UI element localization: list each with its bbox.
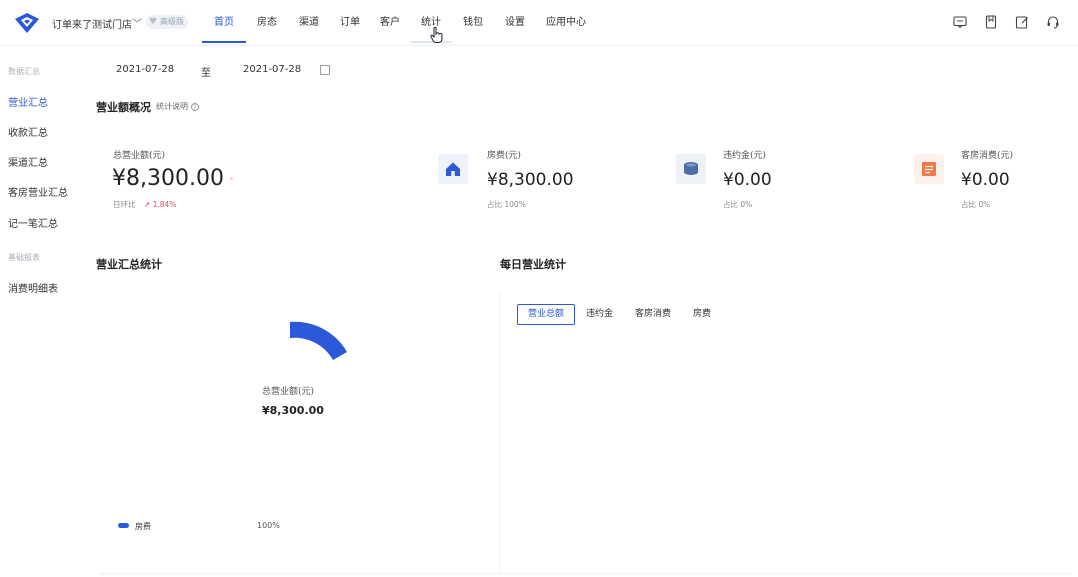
sidebar-group-basic-reports: 基础报表 — [8, 253, 40, 262]
main-nav: 首页 房态 渠道 订单 客户 统计 钱包 设置 应用中心 — [200, 0, 596, 46]
start-date-input[interactable]: 2021-07-28 — [116, 64, 174, 75]
nav-home[interactable]: 首页 — [202, 0, 246, 46]
room-consumption-ratio: 占比 0% — [961, 200, 991, 209]
date-separator: 至 — [201, 68, 211, 79]
legend-label-room-fee: 房费 — [135, 522, 151, 531]
sidebar-item-payment-summary[interactable]: 收款汇总 — [8, 124, 48, 139]
chevron-down-icon[interactable]: ﹀ — [132, 15, 142, 30]
nav-wallet[interactable]: 钱包 — [452, 0, 494, 46]
nav-app-center[interactable]: 应用中心 — [536, 0, 596, 46]
room-fee-value: ¥8,300.00 — [487, 170, 574, 190]
donut-center-value: ¥8,300.00 — [262, 404, 324, 417]
nav-customers[interactable]: 客户 — [370, 0, 410, 46]
house-icon — [438, 154, 468, 184]
summary-donut-chart — [290, 321, 347, 360]
nav-orders[interactable]: 订单 — [330, 0, 370, 46]
daily-chart-tabs: 营业总额 违约金 客房消费 房费 — [517, 304, 722, 325]
sidebar-group-summary: 数据汇总 — [8, 67, 40, 76]
trend-dash: - — [230, 174, 234, 184]
penalty-label: 违约金(元) — [723, 151, 767, 161]
calendar-icon[interactable] — [320, 65, 330, 75]
daily-chart-title: 每日营业统计 — [500, 258, 566, 271]
total-revenue-compare: 日环比 ↗ 1.84% — [113, 200, 177, 209]
nav-settings[interactable]: 设置 — [494, 0, 536, 46]
nav-room-status[interactable]: 房态 — [246, 0, 288, 46]
top-bar: 订单来了测试门店 ﹀ ♥ 高级版 首页 房态 渠道 订单 客户 统计 钱包 设置… — [0, 0, 1078, 46]
tab-room-fee[interactable]: 房费 — [682, 304, 722, 325]
sidebar-item-business-summary[interactable]: 营业汇总 — [8, 94, 48, 109]
receipt-icon — [914, 154, 944, 184]
bottom-divider — [100, 573, 1070, 574]
question-icon[interactable]: ? — [191, 103, 199, 111]
end-date-input[interactable]: 2021-07-28 — [243, 64, 301, 75]
sidebar-item-consumption-detail[interactable]: 消费明细表 — [8, 280, 58, 295]
legend-marker-room-fee — [118, 523, 129, 528]
room-fee-ratio: 占比 100% — [487, 200, 526, 209]
message-icon[interactable] — [953, 15, 967, 29]
top-icons — [936, 15, 1060, 29]
sidebar: 数据汇总 营业汇总 收款汇总 渠道汇总 客房营业汇总 记一笔汇总 基础报表 消费… — [0, 46, 82, 577]
total-revenue-label: 总营业额(元) — [113, 151, 166, 161]
penalty-value: ¥0.00 — [723, 170, 772, 190]
sidebar-item-channel-summary[interactable]: 渠道汇总 — [8, 154, 48, 169]
room-consumption-value: ¥0.00 — [961, 170, 1010, 190]
legend-percent-room-fee: 100% — [257, 521, 280, 530]
overview-title: 营业额概况 — [96, 101, 151, 114]
chart-divider — [499, 292, 500, 572]
badge-label: 高级版 — [160, 17, 184, 26]
total-revenue-value: ¥8,300.00 — [112, 166, 224, 191]
room-consumption-label: 客房消费(元) — [961, 151, 1014, 161]
logo-icon[interactable] — [14, 12, 40, 34]
donut-center-label: 总营业额(元) — [262, 387, 315, 397]
sidebar-item-notes-summary[interactable]: 记一笔汇总 — [8, 215, 58, 230]
overview-note[interactable]: 统计说明? — [156, 101, 199, 112]
coins-icon — [676, 154, 706, 184]
edit-icon[interactable] — [1015, 15, 1029, 29]
donut-segment-room-fee — [290, 321, 347, 360]
penalty-ratio: 占比 0% — [723, 200, 753, 209]
version-badge: ♥ 高级版 — [146, 15, 188, 29]
sidebar-item-room-business-summary[interactable]: 客房营业汇总 — [8, 184, 68, 199]
heart-icon: ♥ — [149, 17, 158, 27]
nav-channel[interactable]: 渠道 — [288, 0, 330, 46]
bookmark-icon[interactable] — [984, 15, 998, 29]
store-name[interactable]: 订单来了测试门店 — [52, 16, 132, 31]
headset-icon[interactable] — [1046, 15, 1060, 29]
tab-room-consumption[interactable]: 客房消费 — [624, 304, 682, 325]
summary-chart-title: 营业汇总统计 — [96, 258, 162, 271]
tab-total-revenue[interactable]: 营业总额 — [517, 304, 576, 325]
hand-cursor-icon — [430, 27, 443, 43]
room-fee-label: 房费(元) — [487, 151, 522, 161]
tab-penalty[interactable]: 违约金 — [575, 304, 624, 325]
arrow-up-icon: ↗ — [143, 200, 151, 209]
